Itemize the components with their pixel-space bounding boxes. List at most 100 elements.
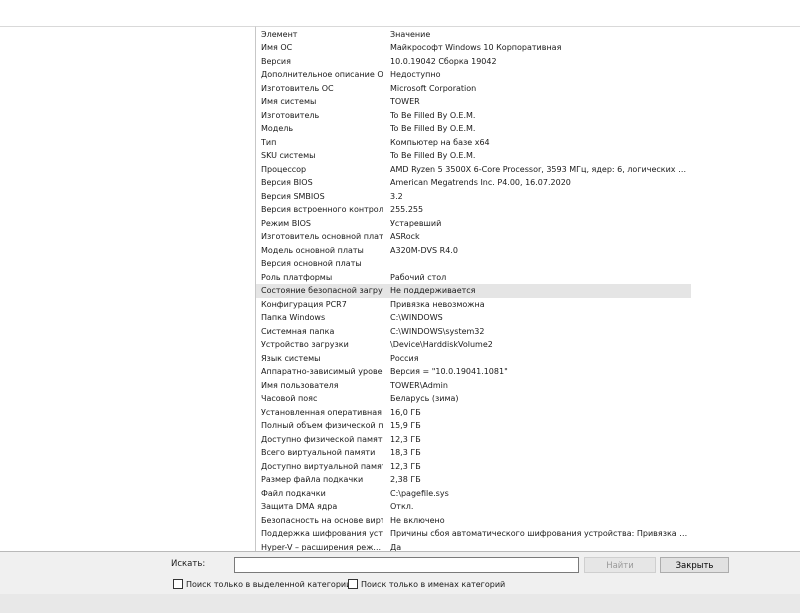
table-row[interactable]: Имя пользователя TOWER\Admin bbox=[256, 379, 691, 393]
row-element-cell: Версия SMBIOS bbox=[261, 191, 325, 201]
search-input[interactable] bbox=[234, 557, 579, 573]
table-row[interactable]: Аппаратно-зависимый уровен... Версия = "1… bbox=[256, 365, 691, 379]
table-row[interactable]: Полный объем физической па... 15,9 ГБ bbox=[256, 419, 691, 433]
row-element-cell: Защита DMA ядра bbox=[261, 502, 338, 511]
row-value-cell: Беларусь (зима) bbox=[390, 394, 459, 403]
table-header: Элемент Значение bbox=[256, 27, 691, 41]
row-value-cell: 2,38 ГБ bbox=[390, 475, 421, 484]
find-button[interactable]: Найти bbox=[584, 557, 656, 573]
row-element-cell: Папка Windows bbox=[261, 313, 326, 322]
row-value-cell: Компьютер на базе x64 bbox=[390, 137, 490, 147]
table-row[interactable]: Версия встроенного контролл... 255.255 bbox=[256, 203, 691, 217]
table-row[interactable]: Часовой пояс Беларусь (зима) bbox=[256, 392, 691, 406]
search-bar: Искать: Найти Закрыть Поиск только в выд… bbox=[0, 551, 800, 595]
row-value-cell: 3.2 bbox=[390, 191, 403, 201]
row-element-cell: Безопасность на основе вирту... bbox=[261, 515, 383, 525]
row-value-cell: 15,9 ГБ bbox=[390, 421, 421, 430]
row-element-cell: Конфигурация PCR7 bbox=[261, 299, 347, 309]
row-value-cell: AMD Ryzen 5 3500X 6-Core Processor, 3593… bbox=[390, 164, 690, 174]
row-value-cell: \Device\HarddiskVolume2 bbox=[390, 340, 493, 349]
row-element-cell: Состояние безопасной загруз... bbox=[261, 286, 383, 295]
row-value-cell: To Be Filled By O.E.M. bbox=[390, 110, 476, 120]
row-element-cell: Версия bbox=[261, 56, 291, 66]
row-element-cell: Поддержка шифрования устр... bbox=[261, 529, 383, 538]
details-table: Элемент Значение Имя ОС Майкрософт Window… bbox=[256, 27, 691, 552]
row-element-cell: Изготовитель основной платы bbox=[261, 232, 383, 241]
close-button[interactable]: Закрыть bbox=[660, 557, 729, 573]
table-row[interactable]: Режим BIOS Устаревший bbox=[256, 217, 691, 231]
table-row[interactable]: Файл подкачки C:\pagefile.sys bbox=[256, 487, 691, 501]
table-row[interactable]: Защита DMA ядра Откл. bbox=[256, 500, 691, 514]
row-element-cell: Установленная оперативная п... bbox=[261, 407, 383, 417]
table-row[interactable]: Доступно физической памяти 12,3 ГБ bbox=[256, 433, 691, 447]
table-row[interactable]: Процессор AMD Ryzen 5 3500X 6-Core Proces… bbox=[256, 163, 691, 177]
row-value-cell: C:\WINDOWS\system32 bbox=[390, 326, 485, 336]
row-value-cell: 16,0 ГБ bbox=[390, 407, 421, 417]
table-row[interactable]: Дополнительное описание ОС Недоступно bbox=[256, 68, 691, 82]
table-row[interactable]: Тип Компьютер на базе x64 bbox=[256, 136, 691, 150]
table-row[interactable]: Системная папка C:\WINDOWS\system32 bbox=[256, 325, 691, 339]
row-element-cell: Полный объем физической па... bbox=[261, 421, 383, 430]
row-element-cell: Аппаратно-зависимый уровен... bbox=[261, 367, 383, 376]
row-element-cell: Версия встроенного контролл... bbox=[261, 205, 383, 214]
row-value-cell: To Be Filled By O.E.M. bbox=[390, 151, 476, 160]
checkbox-icon[interactable] bbox=[348, 579, 358, 589]
table-row[interactable]: Конфигурация PCR7 Привязка невозможна bbox=[256, 298, 691, 312]
row-element-cell: Модель основной платы bbox=[261, 245, 364, 255]
table-row[interactable]: Поддержка шифрования устр... Причины сбоя… bbox=[256, 527, 691, 541]
table-row[interactable]: Роль платформы Рабочий стол bbox=[256, 271, 691, 285]
row-element-cell: Версия BIOS bbox=[261, 178, 313, 187]
row-element-cell: Модель bbox=[261, 124, 294, 133]
row-element-cell: Язык системы bbox=[261, 353, 321, 363]
table-row[interactable]: Модель основной платы A320M-DVS R4.0 bbox=[256, 244, 691, 258]
category-tree-pane[interactable] bbox=[0, 26, 256, 552]
row-element-cell: Системная папка bbox=[261, 326, 335, 336]
row-element-cell: Роль платформы bbox=[261, 272, 333, 282]
table-row[interactable]: Устройство загрузки \Device\HarddiskVolum… bbox=[256, 338, 691, 352]
row-element-cell: Имя системы bbox=[261, 97, 317, 106]
search-category-names-label: Поиск только в именах категорий bbox=[361, 579, 506, 589]
row-value-cell: Майкрософт Windows 10 Корпоративная bbox=[390, 43, 562, 52]
row-element-cell: Часовой пояс bbox=[261, 394, 318, 403]
table-row[interactable]: Изготовитель To Be Filled By O.E.M. bbox=[256, 109, 691, 123]
row-value-cell: 255.255 bbox=[390, 205, 424, 214]
table-row[interactable]: Состояние безопасной загруз... Не поддерж… bbox=[256, 284, 691, 298]
table-row[interactable]: Изготовитель основной платы ASRock bbox=[256, 230, 691, 244]
table-row[interactable]: Установленная оперативная п... 16,0 ГБ bbox=[256, 406, 691, 420]
row-value-cell: TOWER\Admin bbox=[390, 380, 448, 390]
row-value-cell: 18,3 ГБ bbox=[390, 448, 421, 457]
details-list-pane[interactable]: Элемент Значение Имя ОС Майкрософт Window… bbox=[256, 26, 800, 552]
table-row[interactable]: Версия 10.0.19042 Сборка 19042 bbox=[256, 55, 691, 69]
table-row[interactable]: Имя ОС Майкрософт Windows 10 Корпоративна… bbox=[256, 41, 691, 55]
row-element-cell: Доступно виртуальной памяти bbox=[261, 461, 383, 471]
table-row[interactable]: SKU системы To Be Filled By O.E.M. bbox=[256, 149, 691, 163]
table-row[interactable]: Всего виртуальной памяти 18,3 ГБ bbox=[256, 446, 691, 460]
row-element-cell: SKU системы bbox=[261, 151, 316, 160]
search-selected-category-checkbox[interactable]: Поиск только в выделенной категории bbox=[173, 579, 351, 589]
row-value-cell: Откл. bbox=[390, 502, 414, 511]
table-row[interactable]: Версия BIOS American Megatrends Inc. P4.0… bbox=[256, 176, 691, 190]
row-element-cell: Дополнительное описание ОС bbox=[261, 70, 383, 79]
row-element-cell: Доступно физической памяти bbox=[261, 434, 383, 444]
table-row[interactable]: Размер файла подкачки 2,38 ГБ bbox=[256, 473, 691, 487]
row-value-cell: To Be Filled By O.E.M. bbox=[390, 124, 476, 133]
table-row[interactable]: Имя системы TOWER bbox=[256, 95, 691, 109]
row-value-cell: Не включено bbox=[390, 515, 445, 525]
system-information-window: Элемент Значение Имя ОС Майкрософт Window… bbox=[0, 0, 800, 613]
table-row[interactable]: Изготовитель ОС Microsoft Corporation bbox=[256, 82, 691, 96]
row-element-cell: Режим BIOS bbox=[261, 218, 311, 228]
row-value-cell: A320M-DVS R4.0 bbox=[390, 245, 458, 255]
table-row[interactable]: Язык системы Россия bbox=[256, 352, 691, 366]
table-row[interactable]: Доступно виртуальной памяти 12,3 ГБ bbox=[256, 460, 691, 474]
table-row[interactable]: Безопасность на основе вирту... Не включе… bbox=[256, 514, 691, 528]
search-label: Искать: bbox=[171, 559, 206, 569]
row-element-cell: Файл подкачки bbox=[261, 488, 326, 498]
table-row[interactable]: Папка Windows C:\WINDOWS bbox=[256, 311, 691, 325]
row-element-cell: Версия основной платы bbox=[261, 259, 362, 268]
table-row[interactable]: Версия SMBIOS 3.2 bbox=[256, 190, 691, 204]
checkbox-icon[interactable] bbox=[173, 579, 183, 589]
table-row[interactable]: Модель To Be Filled By O.E.M. bbox=[256, 122, 691, 136]
search-category-names-checkbox[interactable]: Поиск только в именах категорий bbox=[348, 579, 505, 589]
row-value-cell: ASRock bbox=[390, 232, 420, 241]
table-row[interactable]: Версия основной платы bbox=[256, 257, 691, 271]
